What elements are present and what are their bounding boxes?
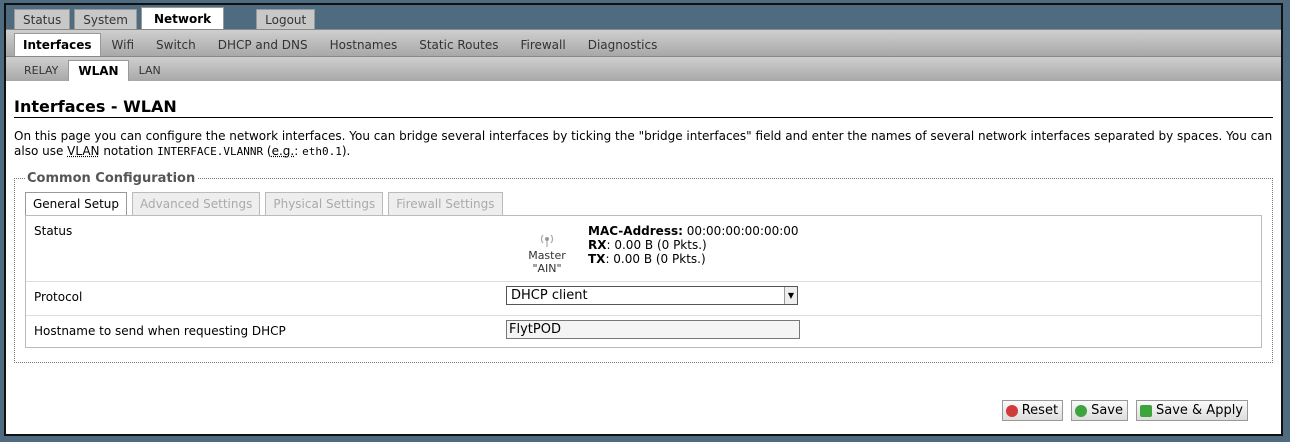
tab-physical-settings[interactable]: Physical Settings: [265, 192, 384, 215]
hostname-row: Hostname to send when requesting DHCP Fl…: [26, 316, 1261, 346]
tab-logout[interactable]: Logout: [256, 9, 316, 29]
luci-window: Status System Network Logout Interfaces …: [4, 3, 1283, 436]
tab-interfaces[interactable]: Interfaces: [14, 33, 101, 56]
tab-general-setup[interactable]: General Setup: [25, 192, 128, 215]
chevron-down-icon: ▼: [784, 287, 797, 304]
tab-firewall-settings[interactable]: Firewall Settings: [388, 192, 503, 215]
common-configuration: Common Configuration General Setup Advan…: [14, 171, 1273, 363]
protocol-select[interactable]: DHCP client ▼: [506, 286, 798, 305]
main-content: Interfaces - WLAN On this page you can c…: [6, 97, 1281, 363]
protocol-label: Protocol: [34, 290, 83, 304]
page-description: On this page you can configure the netwo…: [14, 129, 1273, 158]
status-info: MAC-Address: 00:00:00:00:00:00 RX: 0.00 …: [588, 224, 799, 266]
save-apply-button[interactable]: Save & Apply: [1135, 400, 1248, 421]
interfaces-submenu: RELAY WLAN LAN: [6, 56, 1281, 81]
tab-wifi[interactable]: Wifi: [101, 34, 146, 56]
tab-wlan[interactable]: WLAN: [68, 60, 129, 81]
tab-lan[interactable]: LAN: [129, 61, 171, 81]
vlan-abbr: VLAN: [67, 144, 100, 158]
tab-system[interactable]: System: [74, 9, 137, 29]
tab-switch[interactable]: Switch: [145, 34, 207, 56]
form-actions: Reset Save Save & Apply: [994, 400, 1248, 421]
main-menu: Status System Network Logout: [6, 5, 1281, 29]
fieldset-legend: Common Configuration: [27, 171, 196, 186]
general-setup-panel: Status Master "AIN" MAC-Address: 00:00:0…: [25, 215, 1262, 348]
page-title: Interfaces - WLAN: [14, 97, 1273, 118]
tab-firewall[interactable]: Firewall: [509, 34, 576, 56]
network-submenu: Interfaces Wifi Switch DHCP and DNS Host…: [6, 29, 1281, 56]
tab-relay[interactable]: RELAY: [14, 61, 68, 81]
wifi-mode-label: Master "AIN": [528, 249, 566, 275]
reset-icon: [1005, 404, 1018, 417]
protocol-row: Protocol DHCP client ▼: [26, 282, 1261, 316]
tx-value: : 0.00 B (0 Pkts.): [605, 252, 706, 266]
status-label: Status: [34, 224, 73, 238]
tab-dhcp-dns[interactable]: DHCP and DNS: [207, 34, 319, 56]
tab-network[interactable]: Network: [141, 7, 225, 29]
tab-diagnostics[interactable]: Diagnostics: [577, 34, 669, 56]
rx-value: : 0.00 B (0 Pkts.): [606, 238, 707, 252]
save-button[interactable]: Save: [1071, 400, 1128, 421]
tab-static-routes[interactable]: Static Routes: [408, 34, 509, 56]
hostname-label: Hostname to send when requesting DHCP: [34, 324, 286, 338]
status-row: Status Master "AIN" MAC-Address: 00:00:0…: [26, 216, 1261, 282]
tab-hostnames[interactable]: Hostnames: [319, 34, 409, 56]
hostname-input[interactable]: FlytPOD: [506, 320, 800, 339]
tab-advanced-settings[interactable]: Advanced Settings: [132, 192, 261, 215]
tab-status[interactable]: Status: [14, 9, 71, 29]
save-icon: [1075, 404, 1088, 417]
config-tabs: General Setup Advanced Settings Physical…: [25, 192, 1262, 215]
mac-address: 00:00:00:00:00:00: [686, 224, 799, 238]
reset-button[interactable]: Reset: [1001, 400, 1064, 421]
apply-icon: [1139, 404, 1152, 417]
wifi-signal-icon: [540, 234, 554, 247]
status-box: Master "AIN" MAC-Address: 00:00:00:00:00…: [512, 224, 1261, 275]
